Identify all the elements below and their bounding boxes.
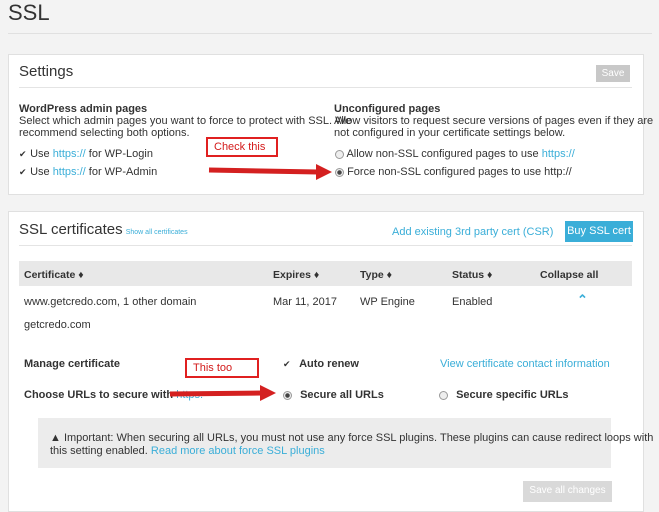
important-notice: ▲ Important: When securing all URLs, you… [38, 418, 653, 468]
manage-certificate-label: Manage certificate [24, 358, 120, 370]
ssl-certificates-panel: SSL certificates Show all certificates A… [8, 211, 653, 512]
https-link[interactable]: https:// [53, 166, 86, 178]
notice-line-2: this setting enabled. Read more about fo… [50, 445, 325, 457]
chevron-up-icon[interactable]: ⌃ [577, 292, 588, 308]
force-non-ssl-option[interactable]: Force non-SSL configured pages to use ht… [335, 166, 572, 178]
checkbox-checked-icon[interactable]: ✔ [19, 150, 27, 159]
wp-login-label-post: for WP-Login [85, 148, 153, 160]
cert-domain-2: getcredo.com [24, 319, 91, 331]
choose-urls-text: Choose URLs to secure with [24, 389, 177, 401]
warning-icon: ▲ [50, 432, 61, 444]
buy-ssl-cert-button[interactable]: Buy SSL cert [565, 221, 633, 242]
force-non-ssl-label: Force non-SSL configured pages to use ht… [347, 166, 572, 178]
cert-domain: www.getcredo.com, 1 other domain [24, 296, 197, 308]
col-type[interactable]: Type ♦ [360, 269, 392, 281]
show-all-certificates-link[interactable]: Show all certificates [126, 229, 188, 236]
ssl-title: SSL certificates [19, 221, 123, 238]
https-link[interactable]: https:// [542, 148, 575, 160]
checkbox-checked-icon[interactable]: ✔ [19, 168, 27, 177]
col-status[interactable]: Status ♦ [452, 269, 492, 281]
notice-line-1: ▲ Important: When securing all URLs, you… [50, 432, 653, 444]
secure-all-option[interactable]: Secure all URLs [283, 389, 384, 401]
admin-pages-desc-2: recommend selecting both options. [19, 127, 190, 139]
admin-pages-desc-1: Select which admin pages you want to for… [19, 115, 352, 127]
settings-divider [19, 87, 632, 88]
cert-type: WP Engine [360, 296, 415, 308]
wp-login-label-pre: Use [30, 148, 53, 160]
secure-specific-option[interactable]: Secure specific URLs [439, 389, 569, 401]
save-all-changes-button[interactable]: Save all changes [523, 481, 612, 502]
title-divider [8, 33, 652, 34]
auto-renew-option[interactable]: ✔ Auto renew [283, 358, 359, 370]
collapse-all-button[interactable]: Collapse all [540, 269, 598, 281]
allow-non-ssl-option[interactable]: Allow non-SSL configured pages to use ht… [335, 148, 575, 160]
view-contact-link[interactable]: View certificate contact information [440, 358, 610, 370]
ssl-divider [19, 245, 632, 246]
wp-admin-label-pre: Use [30, 166, 53, 178]
cert-expires: Mar 11, 2017 [273, 296, 338, 308]
https-link[interactable]: https:// [53, 148, 86, 160]
secure-all-label: Secure all URLs [300, 389, 384, 401]
checkbox-checked-icon[interactable]: ✔ [283, 360, 291, 369]
secure-specific-label: Secure specific URLs [456, 389, 569, 401]
ssl-title-group: SSL certificates Show all certificates [19, 221, 188, 238]
auto-renew-label: Auto renew [299, 358, 359, 370]
force-ssl-plugins-link[interactable]: Read more about force SSL plugins [151, 445, 325, 457]
add-existing-cert-link[interactable]: Add existing 3rd party cert (CSR) [392, 226, 553, 238]
radio-selected-icon[interactable] [335, 167, 344, 177]
wp-admin-option[interactable]: ✔ Use https:// for WP-Admin [19, 166, 157, 178]
unconfigured-desc-1: Allow visitors to request secure version… [334, 115, 654, 127]
notice-text-1: Important: When securing all URLs, you m… [63, 432, 654, 444]
settings-title: Settings [19, 63, 74, 80]
radio-unselected-icon[interactable] [439, 390, 448, 400]
unconfigured-desc-2: not configured in your certificate setti… [334, 127, 566, 139]
this-too-callout: This too [185, 358, 259, 378]
notice-text-2: this setting enabled. [50, 445, 151, 457]
wp-login-option[interactable]: ✔ Use https:// for WP-Login [19, 148, 153, 160]
radio-selected-icon[interactable] [283, 390, 292, 400]
https-link[interactable]: https: [176, 389, 203, 401]
allow-non-ssl-label: Allow non-SSL configured pages to use [346, 148, 542, 160]
unconfigured-heading: Unconfigured pages [334, 103, 441, 115]
cert-status: Enabled [452, 296, 493, 308]
save-button[interactable]: Save [596, 65, 630, 82]
choose-urls-label: Choose URLs to secure with https: [24, 389, 203, 401]
check-this-callout: Check this [206, 137, 278, 157]
wp-admin-label-post: for WP-Admin [85, 166, 158, 178]
page-title: SSL [8, 0, 50, 25]
col-expires[interactable]: Expires ♦ [273, 269, 319, 281]
settings-panel: Settings Save WordPress admin pages Sele… [8, 54, 653, 195]
cert-table-header: Certificate ♦ Expires ♦ Type ♦ Status ♦ … [19, 261, 632, 286]
col-certificate[interactable]: Certificate ♦ [24, 269, 84, 281]
admin-pages-heading: WordPress admin pages [19, 103, 148, 115]
radio-unselected-icon[interactable] [335, 149, 344, 159]
